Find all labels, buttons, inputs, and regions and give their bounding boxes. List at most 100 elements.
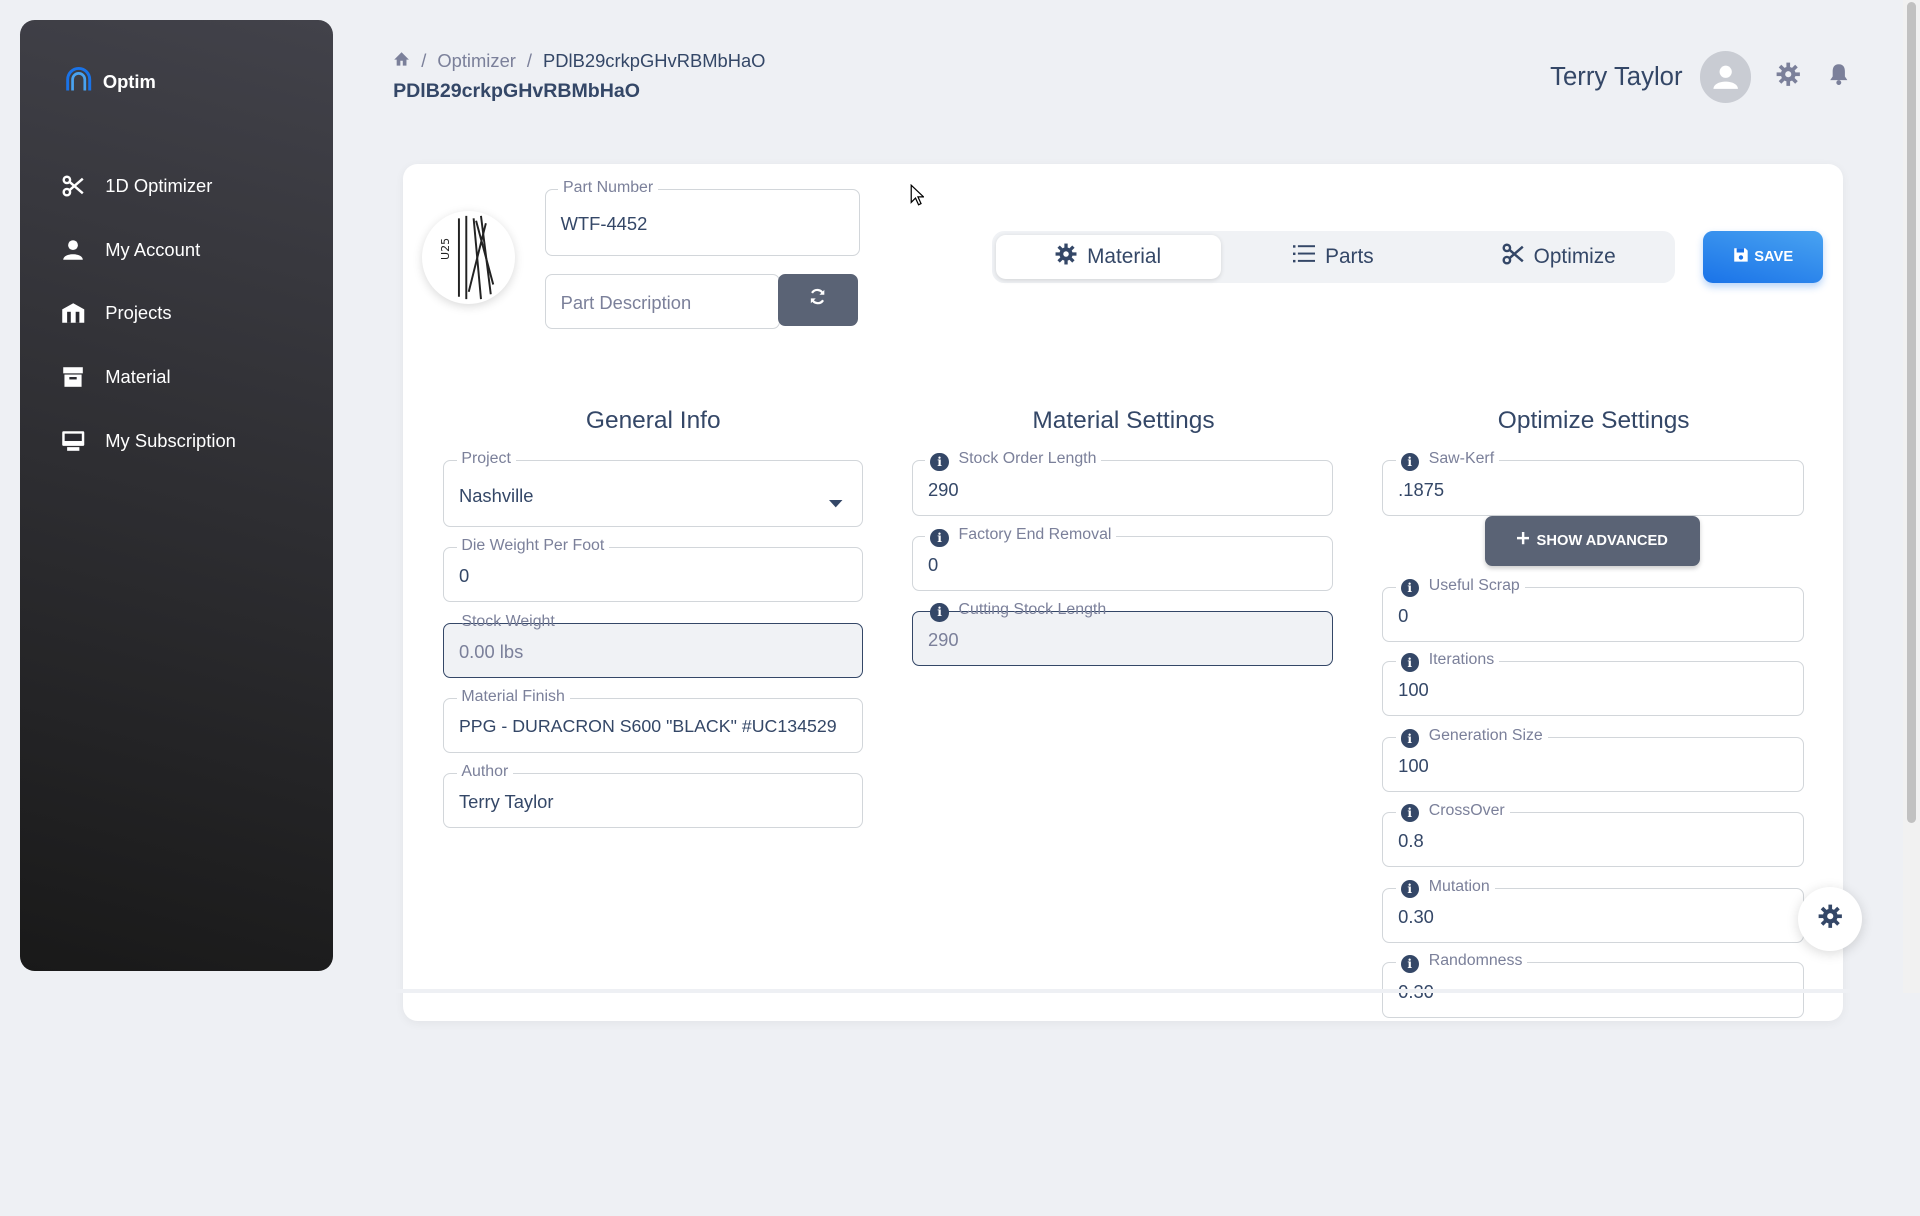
info-icon[interactable]: i [930,452,949,472]
archive-icon [61,365,85,389]
user-name[interactable]: Terry Taylor [1550,63,1682,92]
sidebar-item-projects[interactable]: Projects [20,282,333,346]
info-icon[interactable]: i [1400,804,1419,823]
cutting-stock-length-field: i Cutting Stock Length 290 [912,601,1334,667]
general-info-title: General Info [585,406,721,434]
label-text: Saw-Kerf [1428,450,1495,468]
die-weight-value: 0 [458,565,470,587]
svg-text:U25: U25 [439,238,452,260]
label-text: Randomness [1428,952,1523,970]
generation-size-field[interactable]: i Generation Size 100 [1382,727,1804,793]
author-label: Author [456,762,514,781]
iterations-label: i Iterations [1395,651,1500,672]
save-button[interactable]: SAVE [1703,231,1824,283]
sidebar: Optim 1D Optimizer My Account Projects M… [19,19,334,971]
tab-parts[interactable]: Parts [1221,235,1446,279]
info-icon[interactable]: i [930,528,949,547]
cutting-stock-length-label: i Cutting Stock Length [925,601,1111,622]
tab-material[interactable]: Material [995,235,1221,280]
mutation-field[interactable]: i Mutation 0.30 [1382,877,1804,943]
sidebar-item-label: 1D Optimizer [105,175,213,197]
label-text: Stock Order Length [958,450,1097,468]
avatar[interactable] [1699,51,1752,103]
info-icon[interactable]: i [1400,954,1419,974]
floating-settings-button[interactable] [1797,886,1863,952]
page-scrollbar[interactable] [1902,0,1920,994]
label-text: Iterations [1428,651,1495,669]
sidebar-item-my-subscription[interactable]: My Subscription [20,409,333,473]
crossover-value: 0.8 [1398,829,1424,851]
useful-scrap-value: 0 [1398,604,1409,626]
show-advanced-label: SHOW ADVANCED [1536,532,1668,549]
logo-icon [64,66,93,98]
breadcrumb-current: PDlB29crkpGHvRBMbHaO [543,50,766,72]
sidebar-item-label: My Subscription [105,429,236,451]
useful-scrap-label: i Useful Scrap [1395,576,1525,598]
tab-label: Optimize [1533,245,1616,269]
die-weight-field[interactable]: Die Weight Per Foot 0 [443,537,864,603]
saw-kerf-field[interactable]: i Saw-Kerf .1875 [1382,450,1804,516]
part-image[interactable]: U25 [422,210,516,304]
breadcrumb: / Optimizer / PDlB29crkpGHvRBMbHaO [393,50,765,72]
info-icon[interactable]: i [930,603,949,622]
useful-scrap-field[interactable]: i Useful Scrap 0 [1382,576,1804,642]
sidebar-item-1d-optimizer[interactable]: 1D Optimizer [20,154,333,218]
monitor-icon [61,429,85,453]
bell-icon[interactable] [1829,63,1849,91]
factory-end-removal-field[interactable]: i Factory End Removal 0 [912,526,1334,592]
factory-end-removal-label: i Factory End Removal [925,526,1117,547]
refresh-button[interactable] [777,274,859,326]
user-area: Terry Taylor [1550,51,1849,103]
breadcrumb-separator: / [421,50,427,72]
settings-gear-icon[interactable] [1776,62,1800,92]
brand[interactable]: Optim [64,66,156,98]
refresh-icon [809,288,826,311]
material-finish-field[interactable]: Material Finish PPG - DURACRON S600 "BLA… [443,687,864,754]
stock-order-length-field[interactable]: i Stock Order Length 290 [912,450,1334,516]
info-icon[interactable]: i [1400,653,1419,672]
material-finish-label: Material Finish [456,687,570,706]
caret-down-icon [829,491,843,514]
info-icon[interactable]: i [1400,452,1419,472]
project-select[interactable]: Project Nashville [443,450,864,527]
generation-size-value: 100 [1398,755,1429,777]
stock-weight-value: 0.00 lbs [458,641,524,663]
floppy-icon [1733,247,1749,267]
part-description-input[interactable]: Part Description [544,274,780,330]
mutation-value: 0.30 [1398,905,1434,927]
info-icon[interactable]: i [1400,578,1419,598]
sidebar-item-label: My Account [105,238,201,260]
optimize-settings-title: Optimize Settings [1497,406,1690,434]
plus-icon [1516,532,1530,548]
die-weight-label: Die Weight Per Foot [456,537,610,556]
material-finish-value: PPG - DURACRON S600 "BLACK" #UC134529 [458,716,837,737]
sidebar-item-material[interactable]: Material [20,345,333,409]
mutation-label: i Mutation [1395,877,1495,899]
sidebar-nav: 1D Optimizer My Account Projects Materia… [20,154,333,472]
part-number-field[interactable]: Part Number WTF-4452 [544,178,860,256]
iterations-value: 100 [1398,679,1429,701]
tab-optimize[interactable]: Optimize [1446,235,1671,279]
breadcrumb-separator: / [526,50,533,72]
stock-weight-label: Stock Weight [461,613,555,631]
part-description-placeholder: Part Description [560,292,692,314]
breadcrumb-optimizer[interactable]: Optimizer [437,50,516,72]
info-icon[interactable]: i [1400,729,1419,748]
home-icon[interactable] [393,50,410,72]
info-icon[interactable]: i [1400,880,1419,899]
generation-size-label: i Generation Size [1395,727,1548,748]
view-tabs: Material Parts Optimize [991,231,1676,283]
sidebar-item-my-account[interactable]: My Account [20,218,333,282]
crossover-field[interactable]: i CrossOver 0.8 [1382,801,1804,867]
part-number-value: WTF-4452 [560,212,648,234]
label-text: Factory End Removal [958,526,1112,544]
tab-label: Parts [1325,245,1374,269]
scrollbar-thumb[interactable] [1906,2,1917,823]
author-field[interactable]: Author Terry Taylor [443,762,864,828]
label-text: Useful Scrap [1428,576,1520,594]
saw-kerf-label: i Saw-Kerf [1395,450,1500,472]
gear-icon [1055,243,1077,271]
label-text: Generation Size [1428,727,1543,745]
iterations-field[interactable]: i Iterations 100 [1382,651,1804,717]
show-advanced-button[interactable]: SHOW ADVANCED [1485,515,1700,566]
